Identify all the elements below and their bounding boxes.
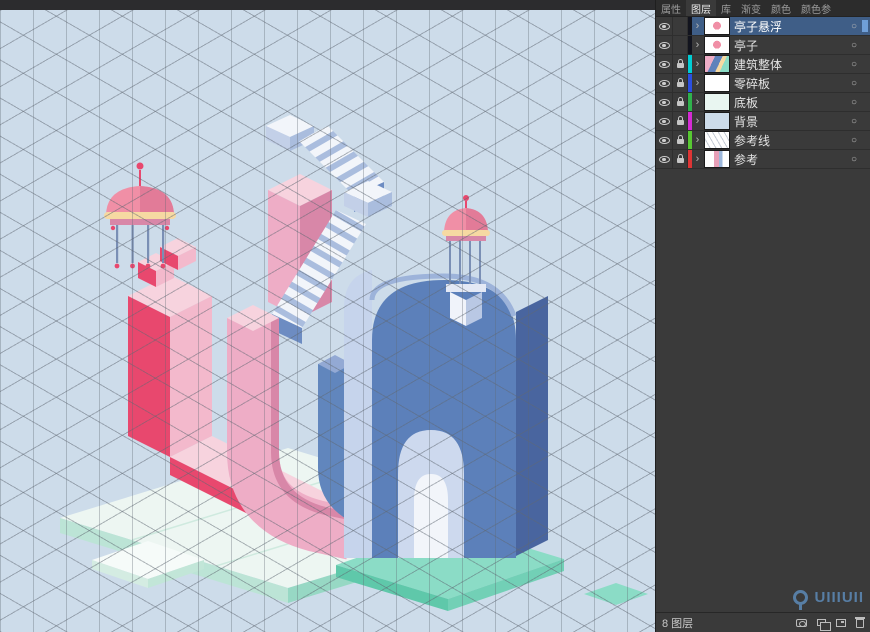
make-mask-icon[interactable] bbox=[796, 619, 807, 627]
panel-tab-4[interactable]: 渐变 bbox=[736, 0, 766, 16]
artwork-svg[interactable] bbox=[0, 0, 655, 632]
delete-layer-icon[interactable] bbox=[856, 619, 864, 628]
visibility-toggle[interactable] bbox=[656, 36, 673, 54]
lock-toggle[interactable] bbox=[673, 131, 688, 149]
layer-row-5[interactable]: › 底板 ○ bbox=[656, 93, 870, 112]
layer-name[interactable]: 亭子 bbox=[734, 37, 851, 54]
panel-tab-6[interactable]: 颜色参 bbox=[796, 0, 836, 16]
eye-icon bbox=[659, 118, 670, 125]
layer-row-3[interactable]: › 建筑整体 ○ bbox=[656, 55, 870, 74]
panel-tab-5[interactable]: 颜色 bbox=[766, 0, 796, 16]
visibility-toggle[interactable] bbox=[656, 74, 673, 92]
visibility-toggle[interactable] bbox=[656, 55, 673, 73]
expand-arrow-icon[interactable]: › bbox=[692, 154, 703, 165]
illustrator-window: 属性 图层 库 渐变 颜色 颜色参 › 亭子悬浮 ○ › 亭子 ○ bbox=[0, 0, 870, 632]
canvas-area[interactable] bbox=[0, 0, 655, 632]
target-circle-icon[interactable]: ○ bbox=[851, 135, 857, 146]
target-circle-icon[interactable]: ○ bbox=[851, 40, 857, 51]
layer-row-2[interactable]: › 亭子 ○ bbox=[656, 36, 870, 55]
layer-name[interactable]: 建筑整体 bbox=[734, 56, 851, 73]
expand-arrow-icon[interactable]: › bbox=[692, 59, 703, 70]
eye-icon bbox=[659, 61, 670, 68]
expand-arrow-icon[interactable]: › bbox=[692, 97, 703, 108]
expand-arrow-icon[interactable]: › bbox=[692, 40, 703, 51]
lock-icon bbox=[677, 63, 684, 68]
layer-thumbnail[interactable] bbox=[705, 113, 729, 129]
uiiiuii-logo-icon bbox=[793, 590, 808, 605]
eye-icon bbox=[659, 99, 670, 106]
layer-thumbnail[interactable] bbox=[705, 18, 729, 34]
expand-arrow-icon[interactable]: › bbox=[692, 21, 703, 32]
panel-tab-3[interactable]: 库 bbox=[716, 0, 736, 16]
lock-toggle[interactable] bbox=[673, 17, 688, 35]
layer-name[interactable]: 背景 bbox=[734, 113, 851, 130]
layer-thumbnail[interactable] bbox=[705, 37, 729, 53]
layer-thumbnail[interactable] bbox=[705, 75, 729, 91]
visibility-toggle[interactable] bbox=[656, 112, 673, 130]
watermark-text: UIIIUII bbox=[814, 589, 864, 606]
layer-row-6[interactable]: › 背景 ○ bbox=[656, 112, 870, 131]
visibility-toggle[interactable] bbox=[656, 150, 673, 168]
lock-icon bbox=[677, 82, 684, 87]
bottom-icons bbox=[796, 617, 864, 628]
layer-row-1[interactable]: › 亭子悬浮 ○ bbox=[656, 17, 870, 36]
new-sublayer-icon[interactable] bbox=[817, 619, 826, 626]
lock-toggle[interactable] bbox=[673, 74, 688, 92]
visibility-toggle[interactable] bbox=[656, 17, 673, 35]
expand-arrow-icon[interactable]: › bbox=[692, 135, 703, 146]
lock-icon bbox=[677, 139, 684, 144]
lock-toggle[interactable] bbox=[673, 55, 688, 73]
layer-row-8[interactable]: › 参考 ○ bbox=[656, 150, 870, 169]
lock-icon bbox=[677, 158, 684, 163]
layers-panel: 属性 图层 库 渐变 颜色 颜色参 › 亭子悬浮 ○ › 亭子 ○ bbox=[655, 0, 870, 632]
target-circle-icon[interactable]: ○ bbox=[851, 59, 857, 70]
layer-thumbnail[interactable] bbox=[705, 132, 729, 148]
new-layer-icon[interactable] bbox=[836, 619, 846, 627]
layer-name[interactable]: 底板 bbox=[734, 94, 851, 111]
target-circle-icon[interactable]: ○ bbox=[851, 116, 857, 127]
panel-tab-1[interactable]: 属性 bbox=[656, 0, 686, 16]
selection-indicator bbox=[862, 20, 868, 32]
layer-name[interactable]: 参考线 bbox=[734, 132, 851, 149]
layer-name[interactable]: 零碎板 bbox=[734, 75, 851, 92]
layer-name[interactable]: 亭子悬浮 bbox=[734, 18, 851, 35]
lock-toggle[interactable] bbox=[673, 150, 688, 168]
canvas-top-edge bbox=[0, 0, 655, 10]
lock-toggle[interactable] bbox=[673, 112, 688, 130]
uiiiuii-watermark: UIIIUII bbox=[793, 589, 864, 606]
panel-tab-bar: 属性 图层 库 渐变 颜色 颜色参 bbox=[656, 0, 870, 17]
layer-count: 8 图层 bbox=[662, 615, 693, 631]
expand-arrow-icon[interactable]: › bbox=[692, 78, 703, 89]
expand-arrow-icon[interactable]: › bbox=[692, 116, 703, 127]
layer-thumbnail[interactable] bbox=[705, 56, 729, 72]
target-circle-icon[interactable]: ○ bbox=[851, 78, 857, 89]
lock-icon bbox=[677, 120, 684, 125]
lock-toggle[interactable] bbox=[673, 93, 688, 111]
visibility-toggle[interactable] bbox=[656, 131, 673, 149]
layer-thumbnail[interactable] bbox=[705, 151, 729, 167]
eye-icon bbox=[659, 42, 670, 49]
layer-list: › 亭子悬浮 ○ › 亭子 ○ › 建筑整体 ○ bbox=[656, 17, 870, 169]
eye-icon bbox=[659, 137, 670, 144]
target-circle-icon[interactable]: ○ bbox=[851, 154, 857, 165]
eye-icon bbox=[659, 23, 670, 30]
eye-icon bbox=[659, 156, 670, 163]
arch-building[interactable] bbox=[344, 270, 548, 558]
visibility-toggle[interactable] bbox=[656, 93, 673, 111]
lock-toggle[interactable] bbox=[673, 36, 688, 54]
panel-bottom-bar: 8 图层 bbox=[656, 612, 870, 632]
layer-row-7[interactable]: › 参考线 ○ bbox=[656, 131, 870, 150]
layer-thumbnail[interactable] bbox=[705, 94, 729, 110]
layer-name[interactable]: 参考 bbox=[734, 151, 851, 168]
target-circle-icon[interactable]: ○ bbox=[851, 97, 857, 108]
lock-icon bbox=[677, 101, 684, 106]
eye-icon bbox=[659, 80, 670, 87]
panel-tab-2[interactable]: 图层 bbox=[686, 0, 716, 16]
layer-row-4[interactable]: › 零碎板 ○ bbox=[656, 74, 870, 93]
target-circle-icon[interactable]: ○ bbox=[851, 21, 857, 32]
